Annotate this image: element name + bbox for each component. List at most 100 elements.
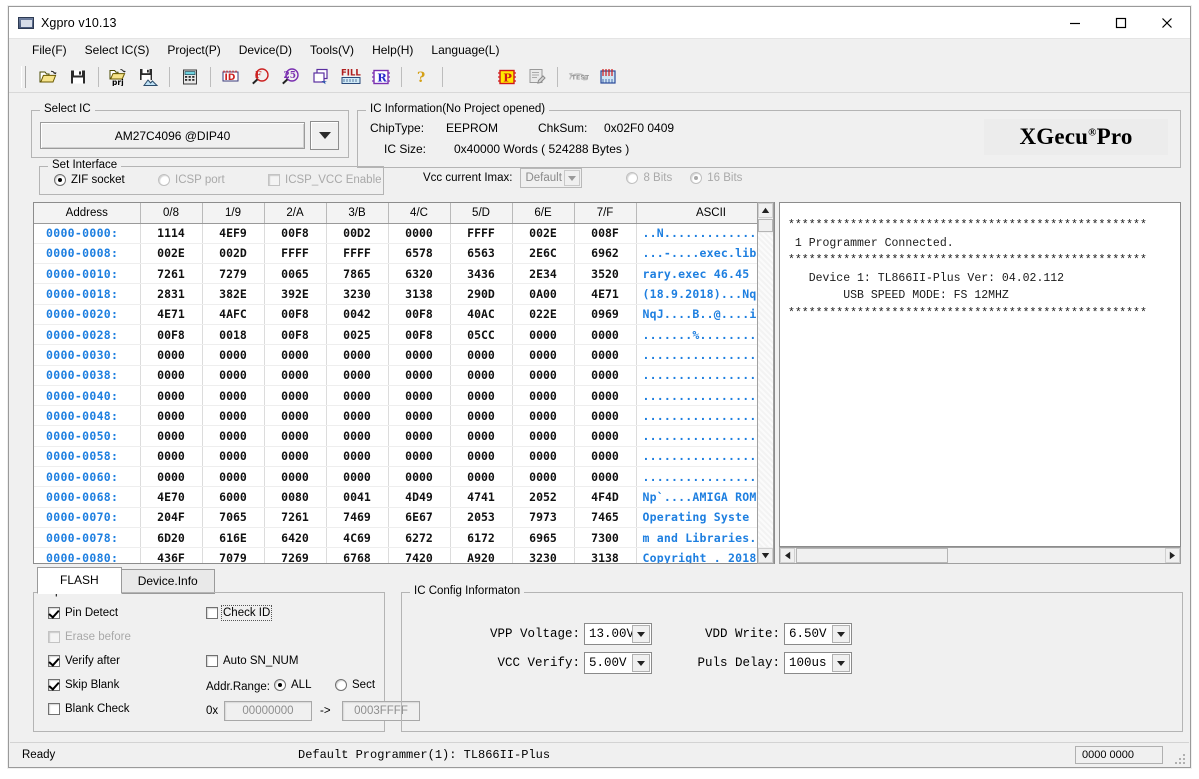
hex-cell[interactable]: 0018 [202, 324, 264, 344]
scrollbar-track[interactable] [758, 233, 773, 547]
log-horizontal-scrollbar[interactable] [779, 547, 1181, 564]
hex-row[interactable]: 0000-0050:000000000000000000000000000000… [34, 426, 775, 446]
chip-r-icon[interactable]: R [366, 63, 396, 91]
hex-cell[interactable]: 6D20 [140, 527, 202, 547]
menu-device[interactable]: Device(D) [230, 41, 301, 59]
hex-cell[interactable]: A920 [450, 548, 512, 564]
hex-cell[interactable]: 4C69 [326, 527, 388, 547]
hex-cell[interactable]: 2053 [450, 507, 512, 527]
hex-col-2-a[interactable]: 2/A [264, 203, 326, 223]
hex-cell[interactable]: 002E [140, 243, 202, 263]
menu-tools[interactable]: Tools(V) [301, 41, 363, 59]
hex-cell[interactable]: 0000 [450, 426, 512, 446]
hex-cell[interactable]: 0000 [140, 426, 202, 446]
hex-cell[interactable]: FFFF [326, 243, 388, 263]
hex-cell[interactable]: 00F8 [388, 304, 450, 324]
test-icon[interactable]: TEST [563, 63, 593, 91]
scroll-right-arrow-icon[interactable] [1165, 548, 1180, 563]
hex-cell[interactable]: 3230 [512, 548, 574, 564]
menu-select-ic[interactable]: Select IC(S) [76, 41, 159, 59]
hex-cell[interactable]: 392E [264, 284, 326, 304]
hex-cell[interactable]: 00F8 [140, 324, 202, 344]
find-icon[interactable]: F [246, 63, 276, 91]
hex-cell[interactable]: 0000 [512, 467, 574, 487]
hex-row[interactable]: 0000-0038:000000000000000000000000000000… [34, 365, 775, 385]
hex-cell[interactable]: 0969 [574, 304, 636, 324]
hex-cell[interactable]: 0000 [326, 426, 388, 446]
hex-cell[interactable]: 0000 [388, 406, 450, 426]
hex-col-0-8[interactable]: 0/8 [140, 203, 202, 223]
hex-cell[interactable]: 7865 [326, 264, 388, 284]
hex-cell[interactable]: 0000 [574, 365, 636, 385]
hex-cell[interactable]: 40AC [450, 304, 512, 324]
id-icon[interactable]: ID [216, 63, 246, 91]
hex-cell[interactable]: 204F [140, 507, 202, 527]
chevron-down-icon[interactable] [832, 654, 850, 672]
hex-cell[interactable]: 1114 [140, 223, 202, 243]
vcc-imax-combobox[interactable]: Default [520, 168, 582, 188]
hex-cell[interactable]: 0000 [574, 467, 636, 487]
hex-cell[interactable]: 0000 [450, 365, 512, 385]
scroll-down-arrow-icon[interactable] [758, 548, 773, 563]
hex-cell[interactable]: 0000 [512, 345, 574, 365]
hex-cell[interactable]: 290D [450, 284, 512, 304]
hex-cell[interactable]: 0000 [512, 426, 574, 446]
hex-cell[interactable]: 0065 [264, 264, 326, 284]
scrollbar-thumb[interactable] [758, 219, 773, 232]
vpp-voltage-combobox[interactable]: 13.00V [584, 623, 652, 645]
menu-file[interactable]: File(F) [23, 41, 76, 59]
hex-cell[interactable]: 4AFC [202, 304, 264, 324]
hex-cell[interactable]: 4F4D [574, 487, 636, 507]
hex-cell[interactable]: 0000 [140, 467, 202, 487]
hex-cell[interactable]: 0000 [140, 345, 202, 365]
hex-cell[interactable]: 0000 [202, 365, 264, 385]
menu-help[interactable]: Help(H) [363, 41, 422, 59]
hex-cell[interactable]: 0000 [202, 385, 264, 405]
hex-cell[interactable]: 616E [202, 527, 264, 547]
hex-cell[interactable]: 4741 [450, 487, 512, 507]
hex-row[interactable]: 0000-0070:204F7065726174696E672053797374… [34, 507, 775, 527]
hex-row[interactable]: 0000-0078:6D20616E64204C6962726172696573… [34, 527, 775, 547]
hex-cell[interactable]: 0000 [512, 324, 574, 344]
close-button[interactable] [1144, 7, 1190, 39]
save-project-icon[interactable] [134, 63, 164, 91]
hex-row[interactable]: 0000-0008:002E002DFFFFFFFF657865632E6C69… [34, 243, 775, 263]
calculator-icon[interactable] [175, 63, 205, 91]
hex-cell[interactable]: 0000 [326, 467, 388, 487]
hex-cell[interactable]: 0000 [264, 345, 326, 365]
hex-cell[interactable]: 0000 [388, 385, 450, 405]
hex-cell[interactable]: 05CC [450, 324, 512, 344]
hex-cell[interactable]: 0000 [326, 345, 388, 365]
hex-cell[interactable]: 0000 [512, 385, 574, 405]
minimize-button[interactable] [1052, 7, 1098, 39]
hex-cell[interactable]: 0000 [326, 406, 388, 426]
scrollbar-thumb[interactable] [796, 548, 948, 563]
hex-cell[interactable]: 2E6C [512, 243, 574, 263]
hex-cell[interactable]: 00F8 [264, 324, 326, 344]
hex-cell[interactable]: 7300 [574, 527, 636, 547]
hex-cell[interactable]: FFFF [450, 223, 512, 243]
hex-cell[interactable]: 0000 [574, 406, 636, 426]
edit-report-icon[interactable] [522, 63, 552, 91]
hex-vertical-scrollbar[interactable] [757, 202, 774, 564]
hex-cell[interactable]: 3138 [574, 548, 636, 564]
hex-cell[interactable]: 0000 [388, 426, 450, 446]
hex-col-ascii[interactable]: ASCII [636, 203, 775, 223]
hex-cell[interactable]: 0000 [512, 446, 574, 466]
hex-editor-table[interactable]: Address 0/8 1/9 2/A 3/B 4/C 5/D 6/E 7/F … [33, 202, 775, 564]
hex-cell[interactable]: 3138 [388, 284, 450, 304]
hex-cell[interactable]: 4E70 [140, 487, 202, 507]
hex-cell[interactable]: 0000 [264, 426, 326, 446]
menu-language[interactable]: Language(L) [422, 41, 508, 59]
hex-cell[interactable]: 0000 [140, 385, 202, 405]
hex-row[interactable]: 0000-0018:2831382E392E32303138290D0A004E… [34, 284, 775, 304]
hex-cell[interactable]: 0000 [388, 365, 450, 385]
addr-start-input[interactable]: 00000000 [224, 701, 312, 721]
checkbox-check-id[interactable]: Check ID [206, 607, 270, 619]
hex-cell[interactable]: 0000 [140, 446, 202, 466]
hex-col-3-b[interactable]: 3/B [326, 203, 388, 223]
hex-cell[interactable]: 0000 [574, 324, 636, 344]
hex-row[interactable]: 0000-0058:000000000000000000000000000000… [34, 446, 775, 466]
hex-cell[interactable]: 4E71 [574, 284, 636, 304]
hex-cell[interactable]: 0000 [140, 406, 202, 426]
